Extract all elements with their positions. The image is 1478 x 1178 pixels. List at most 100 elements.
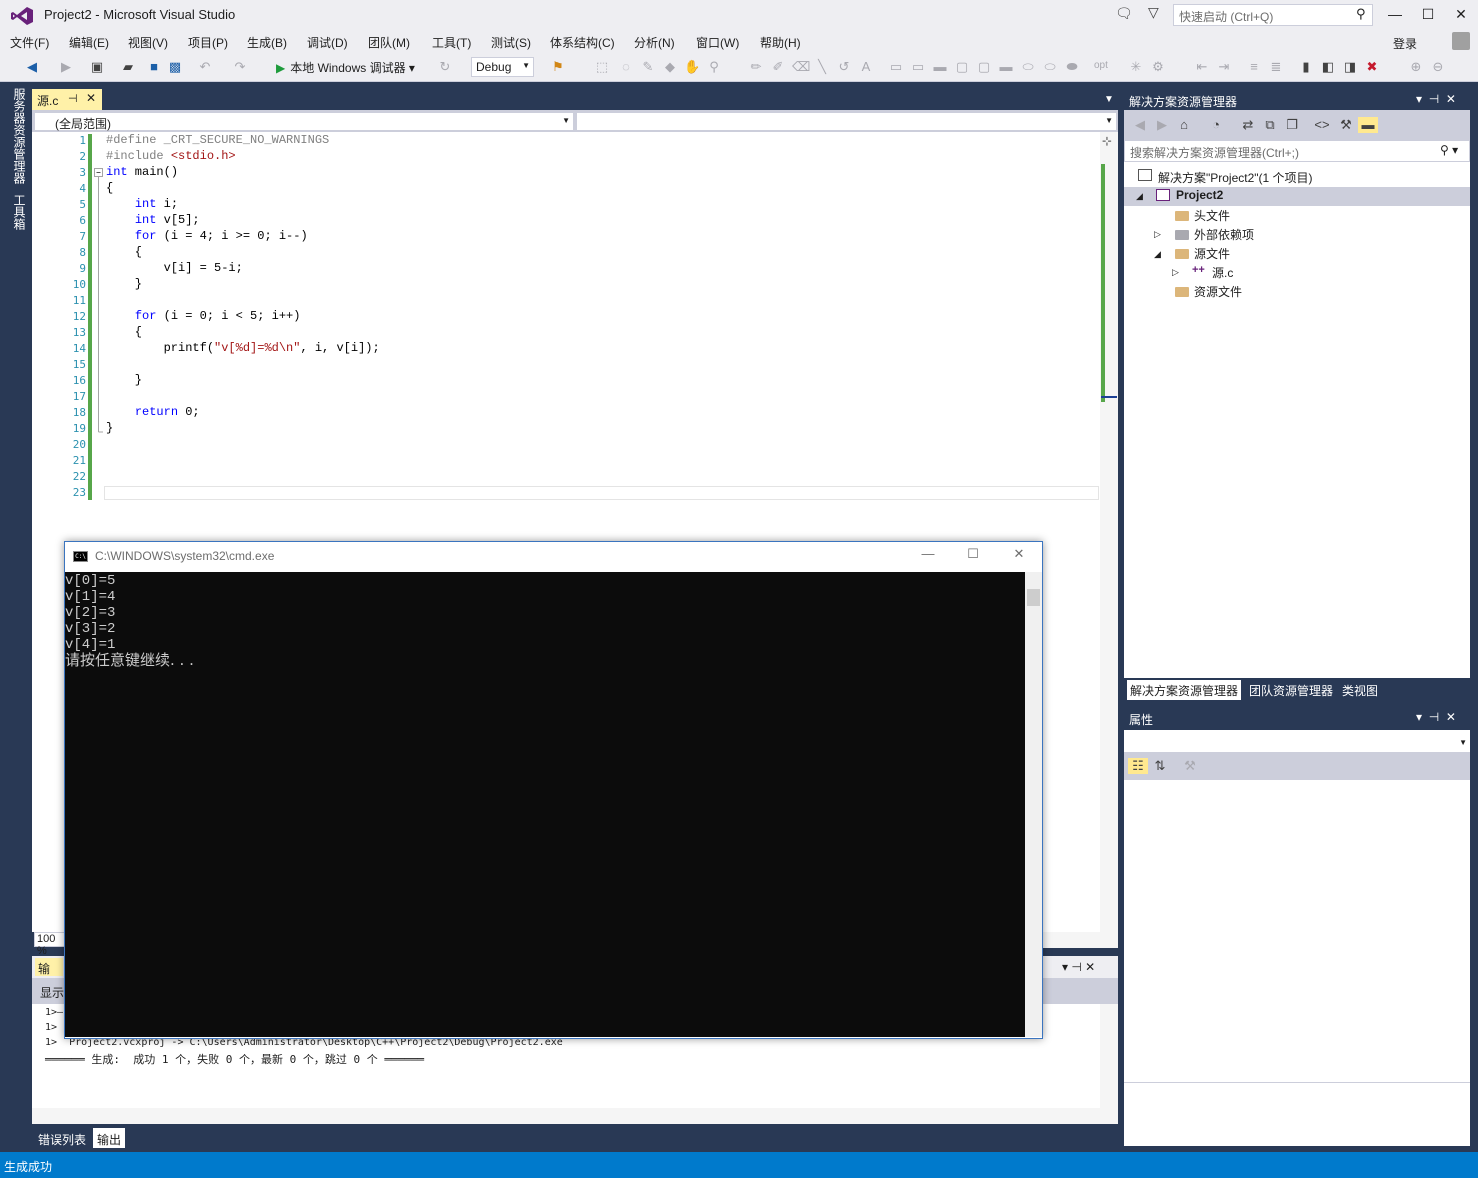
solution-explorer-search-input[interactable]: 搜索解决方案资源管理器(Ctrl+;) [1124, 140, 1470, 162]
collapse-arrow-icon[interactable]: ▷ [1154, 229, 1161, 240]
settings-icon[interactable]: ⚙ [1150, 59, 1166, 75]
console-scroll-thumb[interactable] [1027, 589, 1040, 606]
redo-icon[interactable]: ↷ [232, 59, 248, 75]
pending-changes-icon[interactable]: ◔ [1208, 117, 1224, 133]
maximize-button[interactable]: ☐ [1411, 2, 1445, 26]
menu-view[interactable]: 视图(V) [128, 34, 168, 51]
ellipse-icon[interactable]: ⬭ [1020, 59, 1036, 75]
minimize-button[interactable]: — [1378, 2, 1412, 26]
console-minimize-button[interactable]: — [916, 546, 940, 566]
prev-bookmark-icon[interactable]: ◧ [1320, 59, 1336, 75]
menu-project[interactable]: 项目(P) [188, 34, 228, 51]
collapse-arrow-icon[interactable]: ▷ [1172, 267, 1179, 278]
optimization-label[interactable]: opt [1094, 60, 1108, 71]
output-vertical-scrollbar[interactable] [1100, 1004, 1118, 1108]
uncomment-icon[interactable]: ≣ [1268, 59, 1284, 75]
menu-window[interactable]: 窗口(W) [696, 34, 739, 51]
text-icon[interactable]: A [858, 59, 874, 75]
zoom-icon[interactable]: ⚲ [706, 59, 722, 75]
feedback-icon[interactable]: 🗨 [1115, 5, 1133, 21]
next-bookmark-icon[interactable]: ◨ [1342, 59, 1358, 75]
search-icon[interactable]: ⚲ [1356, 6, 1366, 22]
ellipse-filled-icon[interactable]: ⬬ [1064, 59, 1080, 75]
fill-icon[interactable]: ◆ [662, 59, 678, 75]
rectangle-icon[interactable]: ▭ [888, 59, 904, 75]
document-tab[interactable]: 源.c ⊣ ✕ [32, 89, 102, 110]
sparkle-icon[interactable]: ✳ [1128, 59, 1144, 75]
pin-icon[interactable]: ⊣ [68, 92, 78, 105]
zoom-out-icon[interactable]: ⊖ [1430, 59, 1446, 75]
forward-icon[interactable]: ▶ [58, 59, 74, 75]
expand-arrow-icon[interactable]: ◢ [1136, 191, 1143, 202]
refresh-icon[interactable]: ↻ [437, 59, 453, 75]
tree-item-project[interactable]: Project2 [1176, 188, 1223, 202]
tab-team-explorer[interactable]: 团队资源管理器 [1246, 680, 1336, 700]
preview-selected-icon[interactable]: ▬ [1358, 117, 1378, 133]
tab-error-list[interactable]: 错误列表 [34, 1128, 90, 1148]
pencil-icon[interactable]: ✏ [748, 59, 764, 75]
alphabetical-icon[interactable]: ⇅ [1152, 758, 1168, 774]
tab-class-view[interactable]: 类视图 [1339, 680, 1381, 700]
comment-icon[interactable]: ≡ [1246, 59, 1262, 75]
back-icon[interactable]: ◀ [1132, 117, 1148, 133]
menu-file[interactable]: 文件(F) [10, 34, 49, 51]
align-left-icon[interactable]: ⇤ [1194, 59, 1210, 75]
console-maximize-button[interactable]: ☐ [961, 546, 985, 566]
properties-controls[interactable]: ▾ ⊣ ✕ [1416, 710, 1456, 724]
tree-item-source-c[interactable]: 源.c [1212, 264, 1233, 281]
eraser-icon[interactable]: ⌫ [792, 59, 810, 75]
toolbox-tab[interactable]: 工具箱 [9, 194, 26, 230]
tab-output[interactable]: 输出 [93, 1128, 126, 1148]
console-scrollbar[interactable] [1025, 572, 1042, 1037]
start-debugging-button[interactable]: ▶ 本地 Windows 调试器 ▾ [276, 57, 415, 77]
property-pages-icon[interactable]: ⚒ [1182, 758, 1198, 774]
solution-configuration-select[interactable]: Debug ▼ [471, 57, 534, 77]
tree-item-source-files[interactable]: 源文件 [1194, 245, 1230, 262]
find-in-files-icon[interactable]: ⚑ [550, 59, 566, 75]
output-panel-controls[interactable]: ▾ ⊣ ✕ [1062, 960, 1095, 974]
align-right-icon[interactable]: ⇥ [1216, 59, 1232, 75]
console-output[interactable] [65, 572, 1025, 1037]
line-icon[interactable]: ╲ [814, 59, 830, 75]
solution-explorer-controls[interactable]: ▾ ⊣ ✕ [1416, 92, 1456, 106]
select-rect-icon[interactable]: ⬚ [594, 59, 610, 75]
output-horizontal-scrollbar[interactable] [32, 1108, 1118, 1124]
tree-item-header-files[interactable]: 头文件 [1194, 207, 1230, 224]
close-tab-icon[interactable]: ✕ [86, 91, 96, 105]
save-icon[interactable]: ■ [146, 59, 162, 75]
lasso-icon[interactable]: ◌ [618, 59, 634, 75]
tree-item-resource-files[interactable]: 资源文件 [1194, 283, 1242, 300]
menu-tools[interactable]: 工具(T) [432, 34, 471, 51]
properties-object-select[interactable]: ▼ [1124, 730, 1470, 752]
quick-launch-input[interactable]: 快速启动 (Ctrl+Q) [1173, 4, 1373, 26]
member-select[interactable]: ▼ [576, 112, 1117, 131]
sign-in-link[interactable]: 登录 [1393, 35, 1417, 52]
search-icon[interactable]: ⚲ ▾ [1440, 143, 1458, 157]
save-all-icon[interactable]: ▩ [167, 59, 183, 75]
menu-build[interactable]: 生成(B) [247, 34, 287, 51]
server-explorer-tab[interactable]: 服务器资源管理器 [9, 88, 26, 184]
properties-wrench-icon[interactable]: ⚒ [1338, 117, 1354, 133]
rounded-rect-filled-icon[interactable]: ▬ [998, 59, 1014, 75]
menu-debug[interactable]: 调试(D) [307, 34, 348, 51]
rounded-rect-outline-icon[interactable]: ▢ [976, 59, 992, 75]
eyedropper-icon[interactable]: ✎ [640, 59, 656, 75]
new-project-icon[interactable]: ▣ [89, 59, 105, 75]
zoom-in-icon[interactable]: ⊕ [1408, 59, 1424, 75]
collapse-all-icon[interactable]: ⧉ [1262, 117, 1278, 133]
ellipse-outline-icon[interactable]: ⬭ [1042, 59, 1058, 75]
scope-select[interactable]: (全局范围) ▼ [34, 112, 574, 131]
pan-icon[interactable]: ✋ [684, 59, 700, 75]
tab-solution-explorer[interactable]: 解决方案资源管理器 [1127, 680, 1242, 700]
menu-edit[interactable]: 编辑(E) [69, 34, 109, 51]
document-list-dropdown-icon[interactable]: ▼ [1104, 94, 1114, 105]
brush-icon[interactable]: ✐ [770, 59, 786, 75]
menu-help[interactable]: 帮助(H) [760, 34, 801, 51]
tree-item-external-dependencies[interactable]: 外部依赖项 [1194, 226, 1254, 243]
split-window-icon[interactable]: ⊹ [1102, 134, 1112, 148]
curve-icon[interactable]: ↺ [836, 59, 852, 75]
console-close-button[interactable]: ✕ [1007, 546, 1031, 566]
undo-icon[interactable]: ↶ [197, 59, 213, 75]
zoom-level-select[interactable]: 100 % [34, 932, 66, 957]
close-button[interactable]: ✕ [1444, 2, 1478, 26]
